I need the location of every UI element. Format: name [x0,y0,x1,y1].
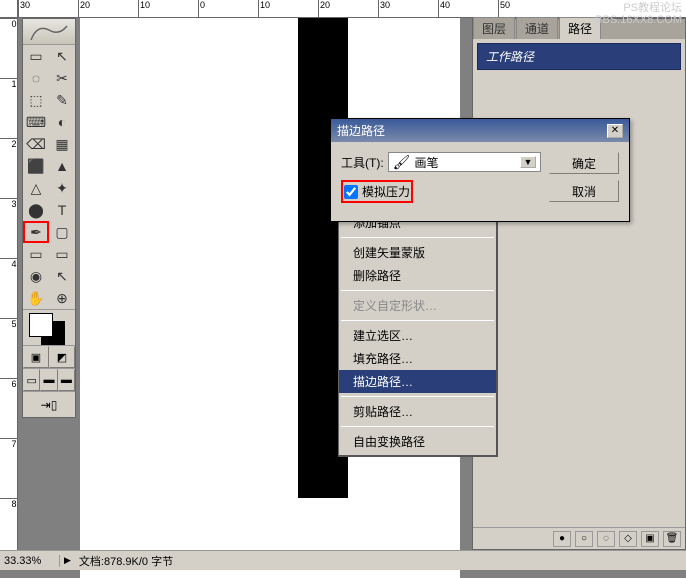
edit-mode-row: ▣ ◩ [23,345,75,368]
ruler-horizontal: 30201001020304050 [18,0,686,18]
context-menu: 添加锚点创建矢量蒙版删除路径定义自定形状…建立选区…填充路径…描边路径…剪贴路径… [338,208,498,457]
cancel-button[interactable]: 取消 [549,180,619,202]
toolbox-header [23,19,75,45]
menu-separator [341,396,494,397]
ruler-origin[interactable] [0,0,18,18]
tool-select[interactable]: 🖌 画笔 ▼ [388,152,541,172]
brush-icon: 🖌 [393,154,411,171]
stroke-path-dialog: 描边路径 ✕ 工具(T): 🖌 画笔 ▼ 模拟压力 确定 取消 [330,118,630,222]
menu-separator [341,237,494,238]
tool-1[interactable]: ↖ [49,45,75,67]
tool-17[interactable]: ▢ [49,221,75,243]
menu-item[interactable]: 创建矢量蒙版 [339,241,496,264]
screen-mode-row: ▭ ▬ ▬ [23,368,75,391]
tab-channels[interactable]: 通道 [516,17,558,39]
stroke-path-icon[interactable]: ○ [575,531,593,547]
tool-0[interactable]: ▭ [23,45,49,67]
tool-4[interactable]: ⬚ [23,89,49,111]
tool-5[interactable]: ✎ [49,89,75,111]
tool-2[interactable]: ◌ [23,67,49,89]
chevron-down-icon[interactable]: ▼ [520,156,536,168]
close-icon[interactable]: ✕ [607,124,623,138]
tool-14[interactable]: ⬤ [23,199,49,221]
tool-18[interactable]: ▭ [23,243,49,265]
selection-to-path-icon[interactable]: ◇ [619,531,637,547]
tool-7[interactable]: ◐ [49,111,75,133]
tool-10[interactable]: ⬛ [23,155,49,177]
toolbox: ▭↖◌✂⬚✎⌨◐⌫▦⬛▲△✦⬤T✒▢▭▭◉↖✋⊕ ▣ ◩ ▭ ▬ ▬ ⇥▯ [22,18,76,418]
tool-8[interactable]: ⌫ [23,133,49,155]
path-to-selection-icon[interactable]: ◌ [597,531,615,547]
dialog-title-text: 描边路径 [337,122,385,139]
menu-item[interactable]: 删除路径 [339,264,496,287]
simulate-pressure-checkbox[interactable]: 模拟压力 [341,180,413,203]
tool-22[interactable]: ✋ [23,287,49,309]
simulate-pressure-label: 模拟压力 [362,183,410,200]
path-item-work-path[interactable]: 工作路径 [477,43,681,70]
screen-mode-1[interactable]: ▭ [23,369,40,391]
tool-6[interactable]: ⌨ [23,111,49,133]
menu-item[interactable]: 填充路径… [339,347,496,370]
menu-separator [341,426,494,427]
tool-21[interactable]: ↖ [49,265,75,287]
menu-item[interactable]: 自由变换路径 [339,430,496,453]
watermark: PS教程论坛 BBS.16XX8.COM [595,2,682,26]
panel-body: 工作路径 [473,39,685,74]
tool-20[interactable]: ◉ [23,265,49,287]
menu-item[interactable]: 描边路径… [339,370,496,393]
menu-separator [341,290,494,291]
statusbar: 33.33% ▶ 文档:878.9K/0 字节 [0,550,686,570]
simulate-pressure-input[interactable] [344,185,358,199]
new-path-icon[interactable]: ▣ [641,531,659,547]
tool-label: 工具(T): [341,154,384,171]
tool-19[interactable]: ▭ [49,243,75,265]
fill-path-icon[interactable]: ● [553,531,571,547]
ok-button[interactable]: 确定 [549,152,619,174]
tool-13[interactable]: ✦ [49,177,75,199]
foreground-color-swatch[interactable] [29,313,53,337]
statusbar-menu-icon[interactable]: ▶ [64,555,71,566]
tool-16[interactable]: ✒ [23,221,49,243]
standard-mode-button[interactable]: ▣ [23,346,49,368]
color-swatches[interactable] [23,309,75,345]
paths-panel: 图层 通道 路径 工作路径 ● ○ ◌ ◇ ▣ 🗑 [472,18,686,550]
quickmask-mode-button[interactable]: ◩ [49,346,75,368]
menu-item[interactable]: 建立选区… [339,324,496,347]
dialog-titlebar[interactable]: 描边路径 ✕ [331,119,629,142]
menu-item: 定义自定形状… [339,294,496,317]
ruler-vertical: 012345678 [0,18,18,550]
tool-3[interactable]: ✂ [49,67,75,89]
tool-15[interactable]: T [49,199,75,221]
delete-path-icon[interactable]: 🗑 [663,531,681,547]
tool-23[interactable]: ⊕ [49,287,75,309]
menu-item[interactable]: 剪贴路径… [339,400,496,423]
screen-mode-2[interactable]: ▬ [40,369,57,391]
panel-footer: ● ○ ◌ ◇ ▣ 🗑 [473,527,685,549]
tool-9[interactable]: ▦ [49,133,75,155]
tool-value: 画笔 [414,154,438,171]
tool-11[interactable]: ▲ [49,155,75,177]
tool-12[interactable]: △ [23,177,49,199]
document-info: 文档:878.9K/0 字节 [71,553,181,569]
jump-to-button[interactable]: ⇥▯ [23,391,75,417]
tab-layers[interactable]: 图层 [473,17,515,39]
screen-mode-3[interactable]: ▬ [58,369,75,391]
zoom-level[interactable]: 33.33% [0,555,60,567]
menu-separator [341,320,494,321]
